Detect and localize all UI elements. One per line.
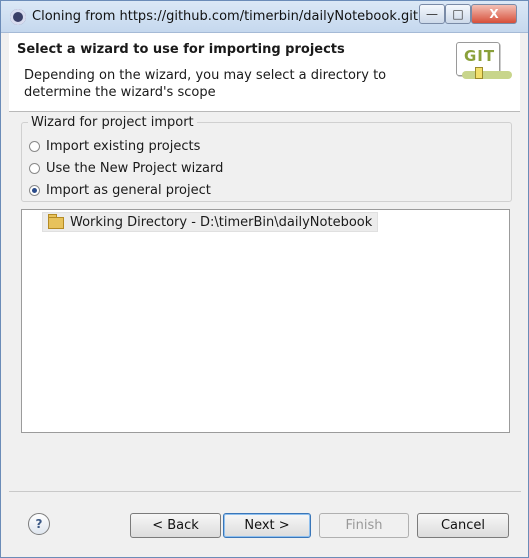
git-logo-icon: GIT xyxy=(456,42,512,79)
cancel-button[interactable]: Cancel xyxy=(417,513,509,538)
folder-icon xyxy=(48,214,64,229)
radio-button[interactable] xyxy=(29,140,40,152)
git-logo-text: GIT xyxy=(464,47,496,65)
page-description: Depending on the wizard, you may select … xyxy=(24,68,387,100)
new-project-wizard-option[interactable]: Use the New Project wizard xyxy=(29,159,223,177)
general-project-option[interactable]: Import as general project xyxy=(29,181,211,199)
directory-tree[interactable]: Working Directory - D:\timerBin\dailyNot… xyxy=(21,209,510,433)
wizard-header: Select a wizard to use for importing pro… xyxy=(9,33,520,112)
maximize-button[interactable]: □ xyxy=(445,4,471,24)
git-logo-bar xyxy=(462,71,512,79)
minimize-button[interactable]: — xyxy=(419,4,445,24)
option-label: Import as general project xyxy=(46,182,211,198)
working-directory-item[interactable]: Working Directory - D:\timerBin\dailyNot… xyxy=(42,212,379,232)
option-label: Import existing projects xyxy=(46,138,201,154)
next-button[interactable]: Next > xyxy=(223,513,311,538)
finish-button[interactable]: Finish xyxy=(319,513,409,538)
radio-button-selected[interactable] xyxy=(29,184,40,196)
back-button[interactable]: < Back xyxy=(130,513,221,538)
directory-label: Working Directory - D:\timerBin\dailyNot… xyxy=(70,214,373,230)
help-button[interactable]: ? xyxy=(28,513,50,535)
import-existing-option[interactable]: Import existing projects xyxy=(29,137,200,155)
footer-separator xyxy=(9,491,521,492)
app-icon xyxy=(10,9,26,25)
close-button[interactable]: X xyxy=(471,4,517,24)
radio-button[interactable] xyxy=(29,162,40,174)
wizard-window: Cloning from https://github.com/timerbin… xyxy=(0,0,529,558)
import-wizard-group: Wizard for project import Import existin… xyxy=(21,115,512,202)
option-label: Use the New Project wizard xyxy=(46,160,224,176)
page-title: Select a wizard to use for importing pro… xyxy=(17,42,345,57)
window-title: Cloning from https://github.com/timerbin… xyxy=(32,9,418,24)
import-wizard-legend: Wizard for project import xyxy=(28,115,197,130)
git-logo-knob xyxy=(475,67,483,79)
title-bar: Cloning from https://github.com/timerbin… xyxy=(1,1,528,33)
folder-body xyxy=(48,217,64,229)
